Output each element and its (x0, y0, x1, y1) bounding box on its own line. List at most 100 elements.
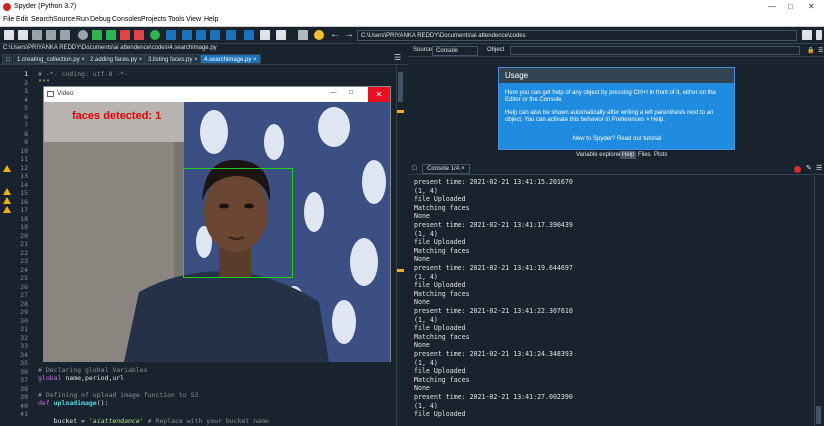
line-number: 6 (24, 112, 28, 121)
help-object-input[interactable] (510, 46, 800, 55)
tab-adding-faces[interactable]: 2.adding faces.py × (86, 54, 147, 64)
help-toolbar: Source Console Object 🔒 ☰ (408, 44, 824, 57)
at-icon[interactable] (78, 30, 88, 40)
help-options-icon[interactable]: ☰ (815, 46, 824, 55)
rerun-icon[interactable] (150, 30, 160, 40)
video-maximize-icon[interactable]: □ (349, 89, 353, 96)
step-into-icon[interactable] (196, 30, 206, 40)
line-number: 19 (20, 223, 28, 231)
line-number: 10 (20, 146, 28, 155)
line-number: 7 (24, 121, 28, 129)
line-number: 8 (24, 129, 28, 138)
warning-marker (397, 269, 404, 272)
line-number: 39 (20, 393, 28, 401)
maximize-icon[interactable]: □ (788, 2, 793, 11)
tab-listing-faces[interactable]: 3.listing faces.py × (144, 54, 202, 64)
warning-icon[interactable] (3, 165, 11, 172)
menu-projects[interactable]: Projects (141, 16, 166, 23)
fullscreen-icon[interactable] (276, 30, 286, 40)
video-close-icon[interactable]: ✕ (368, 87, 390, 102)
code-line-2: """ (38, 78, 50, 86)
tab-console[interactable]: Console 1/A × (422, 164, 470, 174)
line-number: 31 (20, 325, 28, 333)
tab-help[interactable]: Help (620, 151, 637, 159)
menu-help[interactable]: Help (204, 16, 218, 23)
print-icon[interactable] (60, 30, 70, 40)
close-icon[interactable]: ✕ (808, 2, 815, 11)
warning-icon[interactable] (3, 188, 11, 195)
save-all-icon[interactable] (46, 30, 56, 40)
ipython-console-output[interactable]: present time: 2021-02-21 13:41:15.201670… (412, 176, 812, 426)
console-browse-icon[interactable]: □ (412, 165, 416, 172)
browse-folder-icon[interactable] (802, 30, 812, 40)
line-number: 36 (20, 367, 28, 376)
line-number: 41 (20, 410, 28, 418)
continue-icon[interactable] (226, 30, 236, 40)
python-path-icon[interactable] (314, 30, 324, 40)
tab-searchimage[interactable]: 4.searchimage.py × (200, 54, 261, 64)
forward-arrow-icon[interactable]: → (344, 30, 354, 40)
video-minimize-icon[interactable]: — (330, 89, 337, 96)
scroll-thumb[interactable] (816, 406, 821, 424)
line-number: 23 (20, 257, 28, 265)
run-cell-icon[interactable] (106, 30, 116, 40)
preferences-wrench-icon[interactable] (298, 30, 308, 40)
scroll-thumb[interactable] (398, 72, 403, 102)
line-number: 3 (24, 87, 28, 95)
tab-creating-collection[interactable]: 1.creating_collection.py × (13, 54, 89, 64)
line-number: 40 (20, 401, 28, 410)
webcam-frame: faces detected: 1 (44, 102, 390, 362)
line-number: 24 (20, 265, 28, 274)
menu-tools[interactable]: Tools (168, 16, 184, 23)
open-file-icon[interactable] (18, 30, 28, 40)
new-file-icon[interactable] (4, 30, 14, 40)
browse-tabs-icon[interactable]: □ (2, 54, 12, 64)
line-number: 13 (20, 172, 28, 180)
tab-variable-explorer[interactable]: Variable explorer (574, 151, 623, 159)
clear-console-icon[interactable]: ✎ (806, 164, 812, 172)
video-window[interactable]: Video — □ ✕ faces detected: 1 (43, 86, 391, 362)
run-selection-icon[interactable] (134, 30, 144, 40)
menu-search[interactable]: Search (31, 16, 53, 23)
editor-options-icon[interactable]: ☰ (394, 53, 401, 62)
maximize-pane-icon[interactable] (260, 30, 270, 40)
back-arrow-icon[interactable]: ← (330, 30, 340, 40)
run-icon[interactable] (92, 30, 102, 40)
menu-file[interactable]: File (3, 16, 14, 23)
menu-consoles[interactable]: Consoles (112, 16, 141, 23)
tab-files[interactable]: Files (636, 151, 653, 159)
menu-debug[interactable]: Debug (90, 16, 111, 23)
menu-view[interactable]: View (186, 16, 201, 23)
stop-debug-icon[interactable] (244, 30, 254, 40)
warning-icon[interactable] (3, 206, 11, 213)
minimize-icon[interactable]: — (768, 2, 776, 11)
debug-icon[interactable] (166, 30, 176, 40)
menu-run[interactable]: Run (76, 16, 89, 23)
code-line-41: bucket = 'aiattendance' # Replace with y… (38, 417, 269, 425)
usage-tutorial-link[interactable]: New to Spyder? Read our tutorial (505, 136, 729, 143)
run-cell-advance-icon[interactable] (120, 30, 130, 40)
code-line-36: global name,period,url (38, 374, 125, 382)
tab-plots[interactable]: Plots (652, 151, 669, 159)
menu-source[interactable]: Source (53, 16, 75, 23)
parent-dir-icon[interactable] (816, 30, 822, 40)
working-directory-input[interactable]: C:\Users\PRIYANKA REDDY\Documents\ai att… (357, 30, 797, 41)
code-line-1: # -*- coding: utf-8 -*- (38, 70, 129, 78)
usage-text-2: Help can also be shown automatically aft… (505, 110, 714, 123)
tab-label: 1.creating_collection.py (17, 57, 80, 63)
save-icon[interactable] (32, 30, 42, 40)
step-return-icon[interactable] (210, 30, 220, 40)
line-number: 29 (20, 308, 28, 316)
line-number: 37 (20, 376, 28, 384)
video-title: Video (57, 90, 74, 97)
step-icon[interactable] (182, 30, 192, 40)
console-scrollbar[interactable] (814, 176, 822, 426)
console-options-icon[interactable]: ☰ (816, 164, 822, 172)
menu-edit[interactable]: Edit (16, 16, 28, 23)
editor-scrollbar[interactable] (396, 66, 404, 426)
stop-kernel-icon[interactable] (794, 166, 801, 173)
warning-icon[interactable] (3, 197, 11, 204)
line-number: 26 (20, 282, 28, 291)
help-source-select[interactable]: Console (432, 46, 478, 56)
line-number: 25 (20, 274, 28, 282)
